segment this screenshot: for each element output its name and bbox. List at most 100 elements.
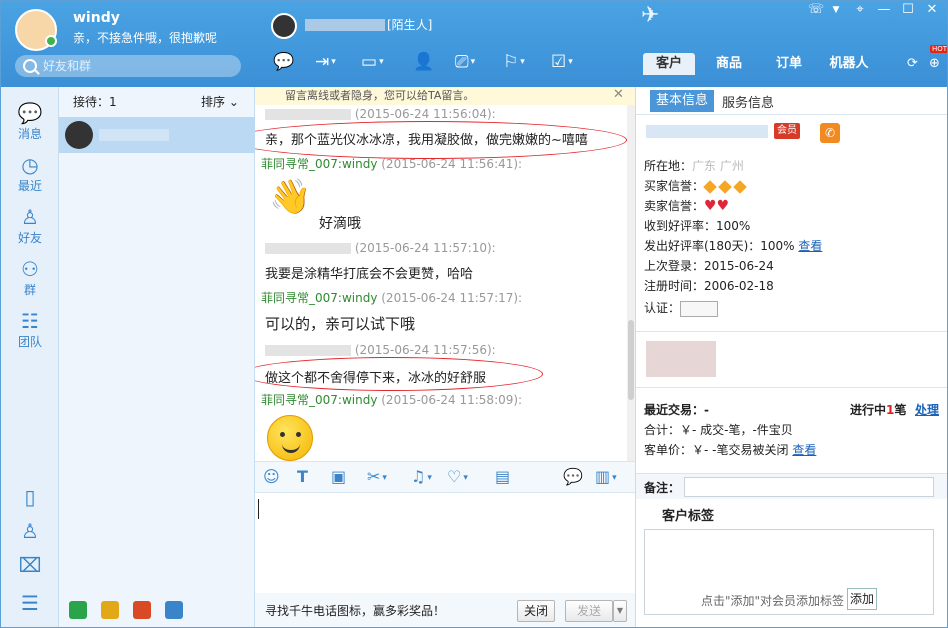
nav-mobile[interactable]: ▯: [1, 485, 59, 509]
buyer-credit-row: 买家信誉：: [644, 177, 749, 194]
message-input[interactable]: [255, 493, 635, 593]
nav-main-menu[interactable]: ☰: [1, 591, 59, 615]
divider: [636, 331, 947, 332]
view-rate-link[interactable]: 查看: [798, 239, 822, 253]
message-sender: 菲同寻常_007:windy: [261, 157, 378, 171]
nav-label: 群: [23, 283, 36, 297]
sender-redacted: [265, 243, 351, 254]
font-icon[interactable]: T: [297, 468, 308, 486]
mobile-icon: ▯: [24, 485, 36, 509]
pin-icon[interactable]: ⌖: [849, 1, 871, 19]
contact-list-item[interactable]: [59, 117, 255, 153]
tab-service-info[interactable]: 服务信息: [722, 92, 774, 111]
reception-count: 接待：1: [73, 95, 117, 109]
sort-dropdown[interactable]: 排序 ⌄: [201, 93, 239, 110]
phone-menu-icon[interactable]: ☏: [805, 1, 827, 19]
plugin-tool-icon[interactable]: [165, 601, 183, 619]
remote-assist-icon[interactable]: ⚐ ▾: [503, 51, 525, 73]
task-icon[interactable]: ☑ ▾: [551, 51, 573, 73]
emoji-icon[interactable]: ☺: [263, 468, 280, 486]
in-progress-count: 进行中1笔: [850, 401, 906, 418]
plugin-app-icon[interactable]: [69, 601, 87, 619]
nav-inbox[interactable]: ⌧: [1, 553, 59, 577]
notes-input[interactable]: [684, 477, 934, 497]
search-input[interactable]: 好友和群: [15, 55, 241, 77]
tab-goods[interactable]: 商品: [707, 53, 751, 75]
send-button[interactable]: 发送: [565, 600, 613, 622]
tab-basic-info[interactable]: 基本信息: [650, 90, 715, 112]
contact-avatar[interactable]: [271, 13, 297, 39]
nav-recent[interactable]: ◷ 最近: [1, 153, 59, 194]
good-rate-given-row: 发出好评率(180天)：100% 查看: [644, 237, 822, 254]
message-text: 我要是涂精华打底会不会更赞，哈哈: [265, 267, 474, 282]
sort-label: 排序: [201, 95, 226, 109]
close-notice-icon[interactable]: ✕: [613, 87, 624, 102]
trade-total: 合计：￥- 成交-笔，-件宝贝: [644, 423, 793, 437]
menu-icon: ☰: [21, 591, 39, 615]
chat-record-icon[interactable]: 💬: [563, 468, 583, 486]
screen-share-icon[interactable]: ⎚ ▾: [455, 51, 475, 73]
search-icon: [23, 59, 37, 73]
nav-friends[interactable]: ♙ 好友: [1, 205, 59, 246]
screenshot-icon[interactable]: ✂ ▾: [367, 468, 387, 487]
verify-row: 认证：: [644, 299, 719, 317]
video-call-icon[interactable]: ▭ ▾: [361, 51, 384, 73]
tags-hint: 点击"添加"对会员添加标签: [701, 594, 845, 608]
close-button[interactable]: 关闭: [517, 600, 555, 622]
paper-plane-icon: ✈: [641, 3, 660, 28]
left-nav: 💬 消息 ◷ 最近 ♙ 好友 ⚇ 群 ☷ 团队 ▯ ♙ ⌧ ☰: [1, 87, 59, 627]
close-icon[interactable]: ✕: [921, 1, 943, 19]
nav-contact-settings[interactable]: ♙: [1, 519, 59, 543]
add-contact-icon[interactable]: 👤: [413, 51, 434, 73]
divider: [636, 387, 947, 388]
phone-icon[interactable]: ✆: [820, 123, 840, 143]
image-icon[interactable]: ▣: [331, 468, 346, 486]
view-closed-link[interactable]: 查看: [792, 443, 816, 457]
maximize-icon[interactable]: ☐: [897, 1, 919, 19]
minimize-icon[interactable]: —: [873, 1, 895, 19]
tab-customer[interactable]: 客户: [643, 53, 695, 75]
plugin-gift-icon[interactable]: [101, 601, 119, 619]
notes-label: 备注：: [644, 481, 681, 495]
quick-phrase-icon[interactable]: ▤: [495, 468, 510, 486]
chat-scrollbar[interactable]: [627, 105, 635, 461]
dropdown-icon[interactable]: ▼: [825, 1, 847, 19]
add-tag-button[interactable]: 添加: [847, 588, 877, 610]
seller-credit-label: 卖家信誉：: [644, 199, 705, 213]
tab-orders[interactable]: 订单: [767, 53, 811, 75]
seller-credit-row: 卖家信誉：♥♥: [644, 197, 729, 214]
chevron-down-icon: ⌄: [228, 95, 239, 109]
message-text: 好滴哦: [319, 216, 361, 232]
refresh-icon[interactable]: ⟳: [907, 53, 918, 75]
customer-image-redacted: [646, 341, 716, 377]
plugin-bar: [59, 597, 255, 625]
handle-link[interactable]: 处理: [915, 401, 939, 418]
person-icon: ♙: [21, 205, 39, 229]
hot-badge: HOT: [930, 45, 948, 53]
shake-icon[interactable]: ♫ ▾: [411, 468, 432, 487]
chat-bubble-icon[interactable]: 💬: [273, 51, 294, 73]
unit-price-row: 客单价：￥- -笔交易被关闭 查看: [644, 441, 816, 458]
verify-label: 认证：: [644, 301, 681, 315]
customer-tags-title: 客户标签: [662, 509, 715, 524]
tab-robot[interactable]: 机器人: [823, 53, 875, 75]
send-file-icon[interactable]: ⇥ ▾: [315, 51, 336, 73]
scrollbar-thumb[interactable]: [628, 320, 634, 400]
nav-label: 最近: [17, 179, 42, 193]
favorite-icon[interactable]: ♡ ▾: [447, 468, 468, 487]
nav-groups[interactable]: ⚇ 群: [1, 257, 59, 298]
username: windy: [73, 10, 120, 26]
nav-team[interactable]: ☷ 团队: [1, 309, 59, 350]
contact-name-redacted: [305, 19, 385, 31]
promo-link[interactable]: 寻找千牛电话图标，赢多彩奖品！: [265, 602, 445, 619]
status-message[interactable]: 亲，不接急件哦，很抱歉呢: [73, 29, 217, 46]
message-meta: (2015-06-24 11:57:56):: [265, 343, 496, 357]
in-progress-suffix: 笔: [894, 403, 907, 417]
history-icon[interactable]: ▥ ▾: [595, 468, 617, 487]
nav-messages[interactable]: 💬 消息: [1, 101, 59, 142]
contact-tag: [陌生人]: [387, 18, 433, 32]
qianniu-window: ☏ ▼ ⌖ — ☐ ✕ windy 亲，不接急件哦，很抱歉呢 好友和群 [陌生人…: [0, 0, 948, 628]
plus-icon[interactable]: ⊕: [929, 53, 940, 75]
plugin-shop-icon[interactable]: [133, 601, 151, 619]
send-options-dropdown[interactable]: ▼: [613, 600, 627, 622]
